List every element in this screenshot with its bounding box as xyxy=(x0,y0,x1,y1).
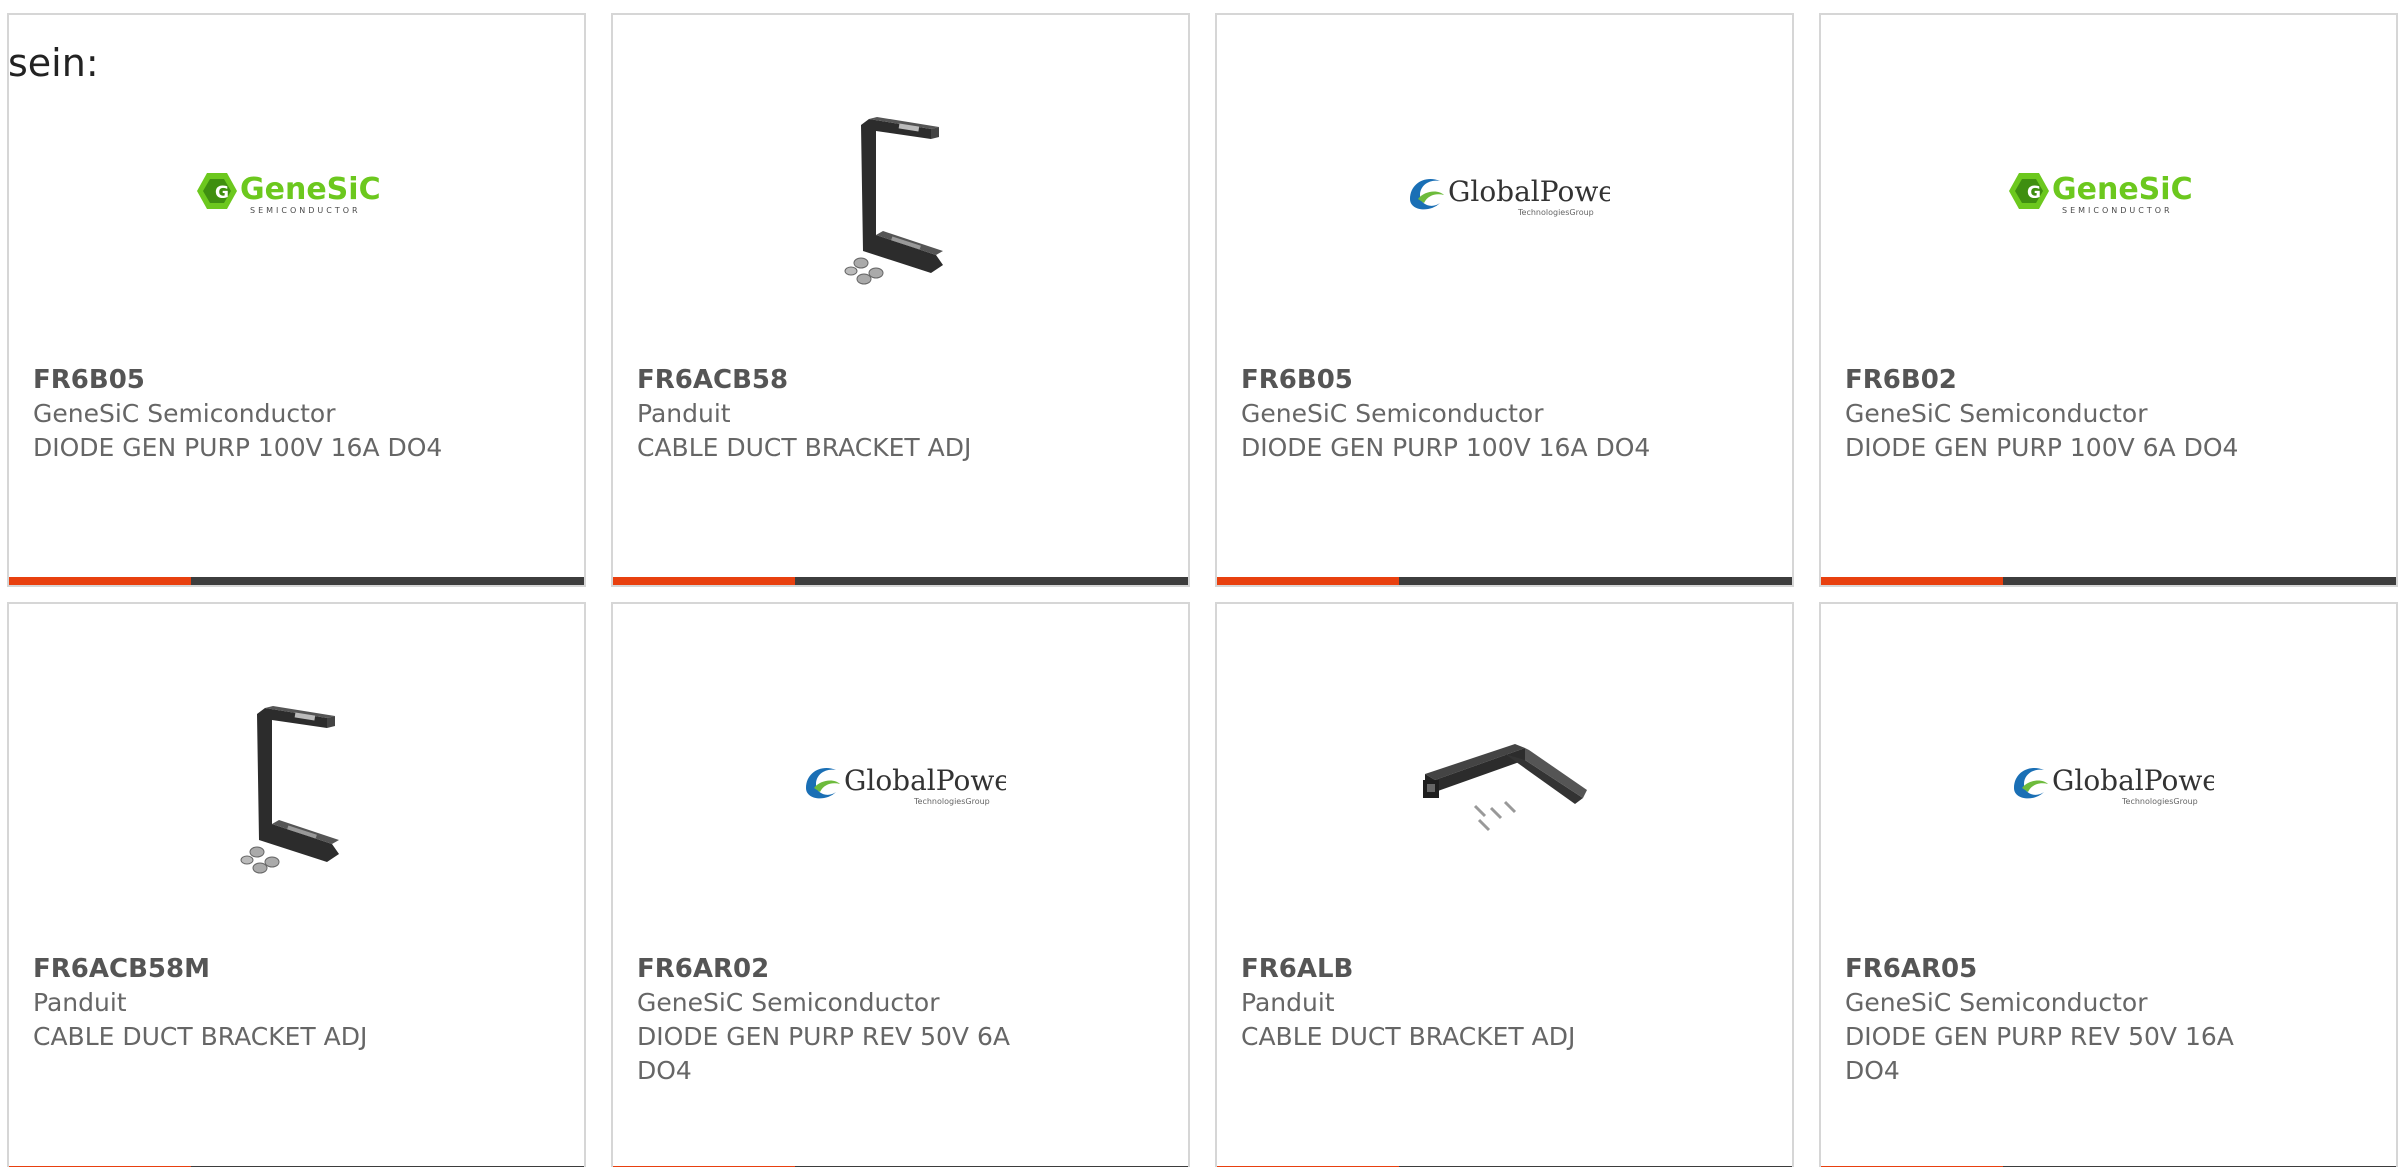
product-image: G GeneSiC SEMICONDUCTOR xyxy=(9,75,584,315)
description: DIODE GEN PURP 100V 16A DO4 xyxy=(1241,433,1651,462)
c-bracket-icon xyxy=(240,706,339,874)
description: CABLE DUCT BRACKET ADJ xyxy=(1241,1022,1576,1051)
product-image: GlobalPower TechnologiesGroup xyxy=(1821,664,2396,904)
globalpower-logo-icon: GlobalPower TechnologiesGroup xyxy=(1409,175,1610,217)
manufacturer: Panduit xyxy=(637,399,731,428)
product-image: G GeneSiC SEMICONDUCTOR xyxy=(1821,75,2396,315)
description: DIODE GEN PURP 100V 16A DO4 xyxy=(33,433,443,462)
product-grid-page: sein: G GeneSiC SEMICONDUCTOR FR6B05 Gen… xyxy=(0,0,2400,1167)
genesic-logo-icon: G GeneSiC SEMICONDUCTOR xyxy=(2008,172,2193,215)
manufacturer: Panduit xyxy=(33,988,127,1017)
globalpower-logo-icon: GlobalPower TechnologiesGroup xyxy=(2013,764,2214,806)
description: DIODE GEN PURP 100V 6A DO4 xyxy=(1845,433,2239,462)
product-card[interactable]: G GeneSiC SEMICONDUCTOR FR6B05 GeneSiC S… xyxy=(7,13,586,587)
part-number[interactable]: FR6B02 xyxy=(1845,363,2372,397)
product-card[interactable]: GlobalPower TechnologiesGroup FR6B05 Gen… xyxy=(1215,13,1794,587)
globalpower-logo-icon: GlobalPower TechnologiesGroup xyxy=(805,764,1006,806)
description: CABLE DUCT BRACKET ADJ xyxy=(33,1022,368,1051)
svg-text:GlobalPower: GlobalPower xyxy=(844,764,1006,797)
manufacturer: GeneSiC Semiconductor xyxy=(33,399,336,428)
product-image: GlobalPower TechnologiesGroup xyxy=(1217,75,1792,315)
card-bar xyxy=(9,577,584,585)
product-image xyxy=(1217,664,1792,904)
product-image xyxy=(613,75,1188,315)
card-bar xyxy=(1821,577,2396,585)
description: DIODE GEN PURP REV 50V 6A DO4 xyxy=(637,1022,1010,1085)
c-bracket-icon xyxy=(844,117,943,285)
svg-text:GeneSiC: GeneSiC xyxy=(2052,172,2193,207)
product-card[interactable]: FR6ACB58 Panduit CABLE DUCT BRACKET ADJ xyxy=(611,13,1190,587)
product-card[interactable]: GlobalPower TechnologiesGroup FR6AR02 Ge… xyxy=(611,602,1190,1167)
product-card[interactable]: G GeneSiC SEMICONDUCTOR FR6B02 GeneSiC S… xyxy=(1819,13,2398,587)
l-bracket-icon xyxy=(1422,744,1587,832)
manufacturer: GeneSiC Semiconductor xyxy=(1241,399,1544,428)
product-card[interactable]: GlobalPower TechnologiesGroup FR6AR05 Ge… xyxy=(1819,602,2398,1167)
card-bar xyxy=(1217,577,1792,585)
manufacturer: Panduit xyxy=(1241,988,1335,1017)
part-number[interactable]: FR6B05 xyxy=(33,363,560,397)
intro-text: sein: xyxy=(8,41,99,85)
svg-text:SEMICONDUCTOR: SEMICONDUCTOR xyxy=(250,206,361,215)
part-number[interactable]: FR6AR05 xyxy=(1845,952,2372,986)
manufacturer: GeneSiC Semiconductor xyxy=(1845,988,2148,1017)
description: CABLE DUCT BRACKET ADJ xyxy=(637,433,972,462)
product-card[interactable]: FR6ALB Panduit CABLE DUCT BRACKET ADJ xyxy=(1215,602,1794,1167)
svg-text:GeneSiC: GeneSiC xyxy=(240,172,381,207)
description: DIODE GEN PURP REV 50V 16A DO4 xyxy=(1845,1022,2234,1085)
product-card[interactable]: FR6ACB58M Panduit CABLE DUCT BRACKET ADJ xyxy=(7,602,586,1167)
manufacturer: GeneSiC Semiconductor xyxy=(1845,399,2148,428)
part-number[interactable]: FR6ALB xyxy=(1241,952,1768,986)
part-number[interactable]: FR6ACB58M xyxy=(33,952,560,986)
product-image: GlobalPower TechnologiesGroup xyxy=(613,664,1188,904)
svg-text:G: G xyxy=(2027,183,2041,203)
svg-text:GlobalPower: GlobalPower xyxy=(2052,764,2214,797)
svg-text:GlobalPower: GlobalPower xyxy=(1448,175,1610,208)
part-number[interactable]: FR6ACB58 xyxy=(637,363,1164,397)
manufacturer: GeneSiC Semiconductor xyxy=(637,988,940,1017)
genesic-logo-icon: G GeneSiC SEMICONDUCTOR xyxy=(196,172,381,215)
svg-text:TechnologiesGroup: TechnologiesGroup xyxy=(1517,208,1594,217)
svg-text:TechnologiesGroup: TechnologiesGroup xyxy=(2121,797,2198,806)
svg-text:G: G xyxy=(215,183,229,203)
svg-text:SEMICONDUCTOR: SEMICONDUCTOR xyxy=(2062,206,2173,215)
card-bar xyxy=(613,577,1188,585)
part-number[interactable]: FR6AR02 xyxy=(637,952,1164,986)
svg-text:TechnologiesGroup: TechnologiesGroup xyxy=(913,797,990,806)
product-image xyxy=(9,664,584,904)
part-number[interactable]: FR6B05 xyxy=(1241,363,1768,397)
